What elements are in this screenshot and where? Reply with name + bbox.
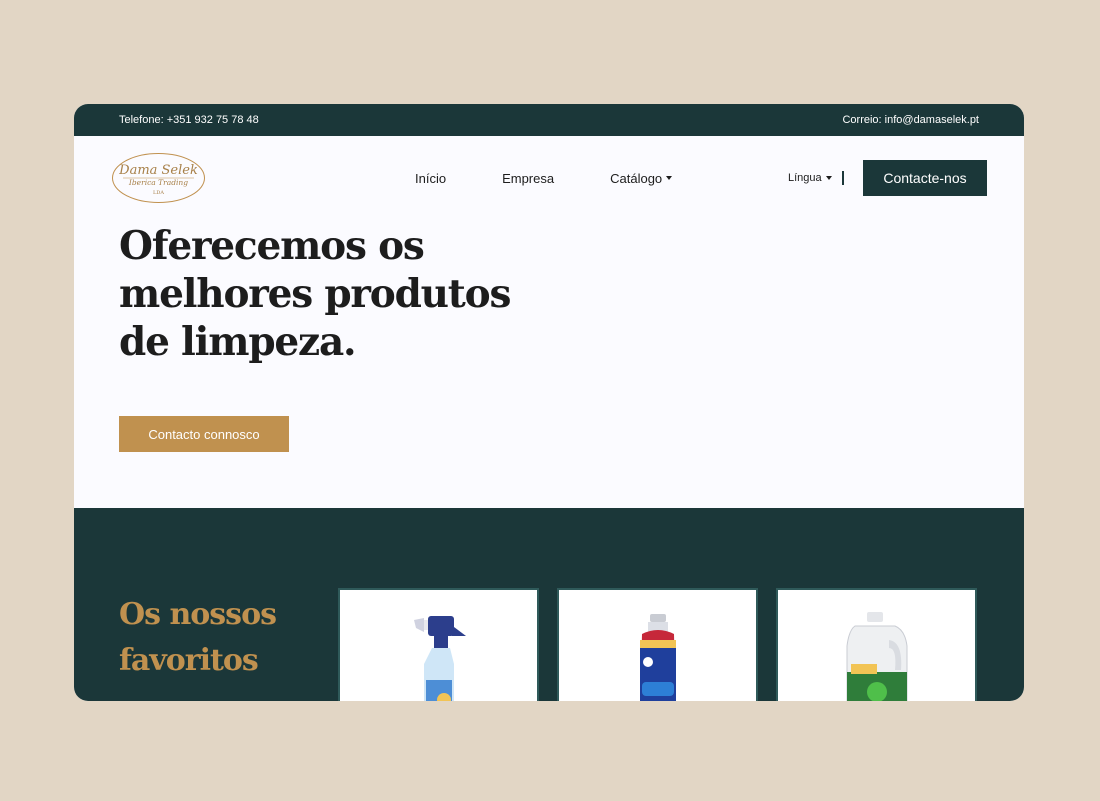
- contact-us-button[interactable]: Contacte-nos: [863, 160, 987, 196]
- caret-down-icon: [825, 176, 832, 180]
- logo-line-3: LDA: [153, 190, 164, 196]
- logo-line-1: Dama Selek: [118, 163, 198, 178]
- favorites-title: Os nossos favoritos: [119, 597, 277, 678]
- language-selector[interactable]: Língua: [788, 136, 844, 220]
- company-logo[interactable]: Dama Selek Iberica Trading LDA: [111, 152, 206, 204]
- top-contact-bar: Telefone: +351 932 75 78 48 Correio: inf…: [74, 104, 1024, 136]
- product-card[interactable]: [776, 588, 977, 701]
- favorites-section: Os nossos favoritos: [74, 508, 1024, 701]
- caret-down-icon: [666, 176, 673, 180]
- product-card[interactable]: [338, 588, 539, 701]
- email-text[interactable]: Correio: info@damaselek.pt: [842, 114, 979, 126]
- detergent-jug-icon: [846, 612, 907, 701]
- language-label: Língua: [788, 172, 822, 184]
- product-card[interactable]: [557, 588, 758, 701]
- logo-line-2: Iberica Trading: [128, 178, 188, 187]
- main-navbar: Dama Selek Iberica Trading LDA Início Em…: [74, 136, 1024, 220]
- hero-section: Oferecemos os melhores produtos de limpe…: [74, 220, 1024, 508]
- divider: [841, 171, 844, 185]
- nav-item-label: Catálogo: [610, 170, 663, 186]
- spray-bottle-icon: [413, 616, 466, 701]
- nav-item-catalogo[interactable]: Catálogo: [610, 170, 673, 186]
- nav-item-label: Início: [415, 170, 447, 186]
- website-frame: Telefone: +351 932 75 78 48 Correio: inf…: [74, 104, 1024, 701]
- hero-title: Oferecemos os melhores produtos de limpe…: [119, 223, 511, 365]
- rinse-aid-bottle-icon: [639, 614, 676, 701]
- nav-item-empresa[interactable]: Empresa: [502, 171, 554, 186]
- nav-item-label: Empresa: [502, 170, 555, 186]
- nav-links: Início Empresa Catálogo: [415, 136, 728, 220]
- hero-contact-button[interactable]: Contacto connosco: [119, 416, 289, 452]
- phone-text[interactable]: Telefone: +351 932 75 78 48: [119, 114, 259, 126]
- nav-item-inicio[interactable]: Início: [415, 171, 446, 186]
